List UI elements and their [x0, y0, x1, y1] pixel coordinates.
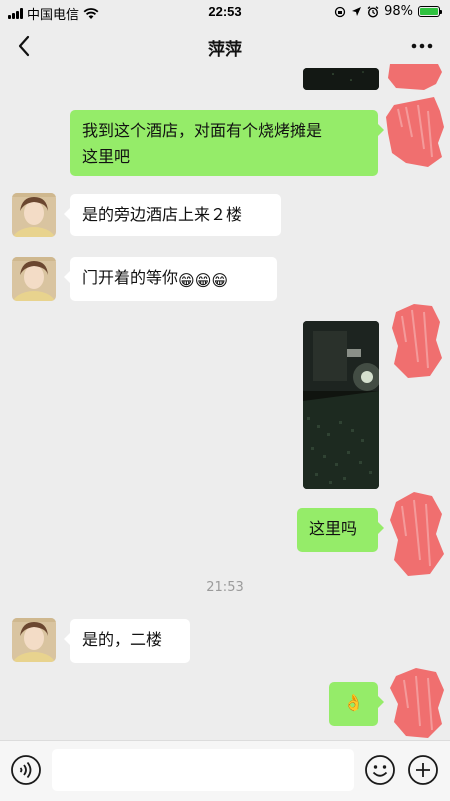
contact-avatar-image	[12, 193, 56, 237]
battery-level-fill	[420, 8, 438, 15]
message-text-line: 这里吧	[82, 147, 131, 166]
more-dots-icon[interactable]	[408, 34, 436, 58]
contact-avatar[interactable]	[12, 618, 56, 662]
contact-avatar[interactable]	[12, 193, 56, 237]
message-text: 这里吗	[309, 519, 358, 538]
night-alley-photo	[303, 321, 379, 489]
incoming-text-message[interactable]: 是的，二楼	[64, 619, 190, 663]
photo-content	[303, 68, 379, 90]
input-bar	[0, 740, 450, 801]
outgoing-text-message[interactable]: 我到这个酒店，对面有个烧烤摊是 这里吧	[70, 110, 384, 176]
chevron-left-icon[interactable]	[12, 32, 38, 60]
status-bar: 中国电信 22:53 98%	[0, 0, 450, 24]
chat-timestamp: 21:53	[206, 580, 244, 595]
incoming-text-message[interactable]: 门开着的等你😁😁😁	[64, 257, 277, 301]
emoji-face-icon[interactable]	[364, 754, 396, 786]
battery-icon	[418, 6, 442, 17]
message-text-line: 我到这个酒店，对面有个烧烤摊是	[82, 121, 323, 140]
outgoing-emoji-message[interactable]: 👌	[329, 682, 384, 726]
contact-avatar-image	[12, 618, 56, 662]
image-message-partial[interactable]	[303, 68, 379, 90]
message-text: 是的旁边酒店上来２楼	[82, 205, 243, 224]
ok-hand-emoji-icon: 👌	[343, 693, 364, 712]
incoming-text-message[interactable]: 是的旁边酒店上来２楼	[64, 194, 281, 236]
redacted-avatar	[390, 668, 444, 738]
image-message[interactable]	[303, 321, 379, 489]
contact-avatar[interactable]	[12, 257, 56, 301]
nav-bar: 萍萍	[0, 24, 450, 68]
chat-title: 萍萍	[208, 40, 242, 60]
voice-icon[interactable]	[10, 754, 42, 786]
location-icon	[352, 7, 362, 16]
alarm-icon	[367, 5, 379, 18]
contact-avatar-image	[12, 257, 56, 301]
message-text: 门开着的等你	[82, 268, 179, 287]
orientation-lock-icon	[334, 6, 346, 17]
battery-percent: 98%	[384, 4, 413, 19]
grinning-emoji-icon: 😁😁😁	[178, 271, 229, 290]
message-text: 是的，二楼	[82, 630, 163, 649]
redacted-avatar	[388, 64, 442, 90]
plus-circle-icon[interactable]	[407, 754, 439, 786]
message-input[interactable]	[52, 749, 354, 791]
redacted-avatar	[390, 492, 444, 576]
status-right: 98%	[334, 4, 442, 19]
redacted-avatar	[386, 97, 444, 167]
redacted-avatar	[392, 304, 442, 378]
outgoing-text-message[interactable]: 这里吗	[297, 508, 384, 552]
